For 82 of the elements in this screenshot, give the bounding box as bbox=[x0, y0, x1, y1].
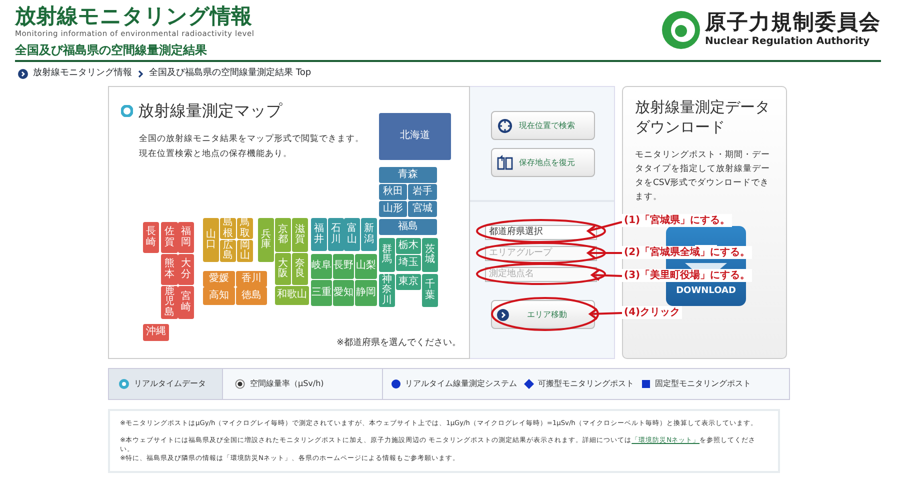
prefecture-tile[interactable]: 山形 bbox=[379, 201, 407, 217]
page-heading: 全国及び福島県の空間線量測定結果 bbox=[15, 43, 208, 57]
prefecture-tile[interactable]: 岩手 bbox=[408, 184, 437, 200]
prefecture-tile[interactable]: 佐賀 bbox=[161, 222, 178, 253]
prefecture-tile[interactable]: 千葉 bbox=[422, 274, 438, 307]
prefecture-tile[interactable]: 兵庫 bbox=[258, 218, 274, 262]
annotation-label: (1)「宮城県」にする。 bbox=[622, 214, 732, 227]
map-note: ※都道府県を選んでください。 bbox=[336, 336, 461, 350]
data-tab[interactable]: リアルタイムデータ bbox=[109, 369, 223, 399]
book-icon bbox=[497, 154, 513, 170]
map-title: 放射線量測定マップ bbox=[138, 100, 282, 122]
bullet-icon bbox=[119, 379, 129, 389]
legend-label: 固定型モニタリングポスト bbox=[655, 378, 751, 390]
prefecture-tile[interactable]: 広島 bbox=[220, 240, 236, 262]
prefecture-tile[interactable]: 岐阜 bbox=[311, 254, 332, 279]
prefecture-tile[interactable]: 奈良 bbox=[292, 253, 308, 285]
download-description: モニタリングポスト・期間・データタイプを指定して放射線量データをCSV形式でダウンロードできます。 bbox=[635, 149, 771, 204]
prefecture-tile[interactable]: 青森 bbox=[379, 167, 437, 183]
area-move-button[interactable]: エリア移動 bbox=[491, 300, 595, 329]
annotation-label: (3)「美里町役場」にする。 bbox=[622, 269, 752, 282]
prefecture-tile[interactable]: 茨城 bbox=[422, 238, 438, 272]
prefecture-tile[interactable]: 京都 bbox=[275, 218, 291, 252]
prefecture-tile[interactable]: 富山 bbox=[344, 218, 360, 251]
prefecture-tile[interactable]: 長崎 bbox=[143, 222, 159, 253]
prefecture-tile[interactable]: 東京 bbox=[396, 274, 421, 290]
prefecture-tile[interactable]: 香川 bbox=[236, 271, 267, 287]
prefecture-tile[interactable]: 徳島 bbox=[236, 287, 267, 305]
prefecture-tile[interactable]: 愛知 bbox=[333, 280, 354, 306]
prefecture-tile[interactable]: 滋賀 bbox=[292, 218, 308, 252]
bullet-icon bbox=[18, 69, 28, 79]
search-button[interactable]: 保存地点を復元 bbox=[491, 148, 595, 177]
prefecture-tile[interactable]: 福井 bbox=[311, 218, 327, 251]
organization-name: 原子力規制委員会 bbox=[705, 10, 881, 34]
logo-icon bbox=[661, 10, 701, 50]
prefecture-tile[interactable]: 宮城 bbox=[408, 201, 437, 217]
annotation-label: (4)クリック bbox=[622, 306, 682, 319]
annotation-label: (2)「宮城県全域」にする。 bbox=[622, 246, 752, 259]
prefecture-tile[interactable]: 福島 bbox=[379, 219, 437, 235]
prefecture-tile[interactable]: 秋田 bbox=[379, 184, 407, 200]
prefecture-tile[interactable]: 鹿児島 bbox=[161, 286, 178, 319]
map-description: 現在位置検索と地点の保存機能あり。 bbox=[139, 148, 293, 161]
square-icon bbox=[641, 379, 651, 389]
prefecture-tile[interactable]: 群馬 bbox=[379, 238, 395, 272]
radio-button[interactable] bbox=[235, 379, 245, 389]
crosshair-icon bbox=[497, 118, 513, 134]
prefecture-tile[interactable]: 新潟 bbox=[361, 218, 377, 251]
prefecture-tile[interactable]: 和歌山 bbox=[275, 286, 309, 305]
prefecture-tile[interactable]: 高知 bbox=[203, 287, 235, 305]
diamond-icon bbox=[524, 379, 534, 389]
prefecture-tile[interactable]: 熊本 bbox=[161, 254, 178, 285]
prefecture-tile[interactable]: 岡山 bbox=[237, 240, 253, 262]
radio-label: 空間線量率（μSv/h) bbox=[250, 378, 324, 390]
site-title: 放射線モニタリング情報 bbox=[15, 3, 253, 29]
legend-label: 可搬型モニタリングポスト bbox=[538, 378, 634, 390]
prefecture-tile[interactable]: 北海道 bbox=[379, 113, 451, 160]
prefecture-tile[interactable]: 愛媛 bbox=[203, 271, 235, 287]
prefecture-tile[interactable]: 大分 bbox=[178, 254, 194, 285]
breadcrumb-link[interactable]: 全国及び福島県の空間線量測定結果 Top bbox=[149, 67, 312, 81]
prefecture-tile[interactable]: 宮崎 bbox=[178, 286, 194, 319]
organization-name-english: Nuclear Regulation Authority bbox=[705, 35, 871, 49]
search-button[interactable]: 現在位置で検索 bbox=[491, 111, 595, 140]
prefecture-tile[interactable]: 三重 bbox=[311, 280, 332, 306]
breadcrumb-link[interactable]: 放射線モニタリング情報 bbox=[33, 67, 132, 81]
bullet-icon bbox=[121, 105, 133, 117]
prefecture-tile[interactable]: 神奈川 bbox=[379, 274, 395, 307]
chevron-right-icon bbox=[497, 308, 509, 320]
prefecture-tile[interactable]: 沖縄 bbox=[143, 324, 169, 341]
download-title: 放射線量測定データダウンロード bbox=[635, 97, 771, 137]
prefecture-tile[interactable]: 大阪 bbox=[275, 253, 291, 285]
prefecture-tile[interactable]: 静岡 bbox=[355, 280, 377, 306]
prefecture-tile[interactable]: 石川 bbox=[328, 218, 344, 251]
prefecture-tile[interactable]: 山口 bbox=[203, 218, 219, 262]
prefecture-tile[interactable]: 山梨 bbox=[355, 254, 377, 279]
select-field[interactable]: 都道府県選択 bbox=[485, 225, 597, 240]
chevron-right-icon bbox=[137, 69, 144, 79]
map-description: 全国の放射線モニタ結果をマップ形式で閲覧できます。 bbox=[139, 132, 364, 146]
dot-icon bbox=[391, 379, 401, 389]
prefecture-tile[interactable]: 福岡 bbox=[178, 222, 194, 253]
prefecture-tile[interactable]: 埼玉 bbox=[396, 255, 421, 271]
prefecture-tile[interactable]: 長野 bbox=[333, 254, 354, 279]
prefecture-tile[interactable]: 栃木 bbox=[396, 238, 421, 254]
legend-label: リアルタイム線量測定システム bbox=[405, 378, 517, 390]
